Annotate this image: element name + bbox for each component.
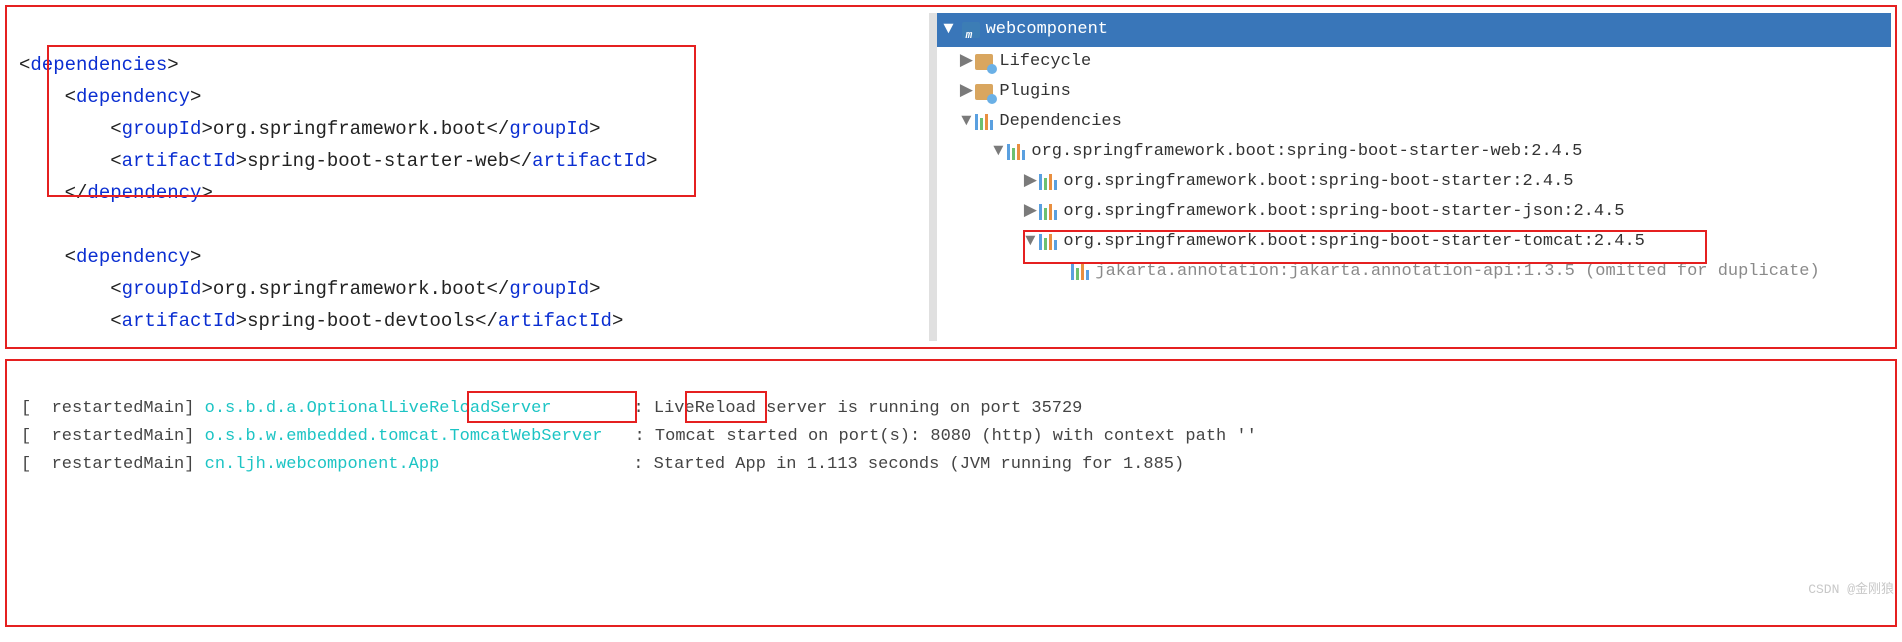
chevron-right-icon[interactable]: ▶ xyxy=(1021,167,1039,197)
tree-root-label: webcomponent xyxy=(986,15,1108,45)
console-thread: [ restartedMain] xyxy=(21,399,205,418)
chevron-right-icon[interactable]: ▶ xyxy=(1021,197,1039,227)
tree-lib-starter-tomcat[interactable]: ▼ org.springframework.boot:spring-boot-s… xyxy=(937,227,1891,257)
chevron-right-icon[interactable]: ▶ xyxy=(957,77,975,107)
tree-plugins[interactable]: ▶ Plugins xyxy=(937,77,1891,107)
val-artifactid-2: spring-boot-devtools xyxy=(247,310,475,332)
maven-tree: ▼ webcomponent ▶ Lifecycle ▶ Plugins ▼ D… xyxy=(929,13,1891,341)
tree-lib-starter[interactable]: ▶ org.springframework.boot:spring-boot-s… xyxy=(937,167,1891,197)
val-artifactid-1: spring-boot-starter-web xyxy=(247,150,509,172)
tag-artifactid: artifactId xyxy=(122,150,236,172)
chevron-right-icon[interactable]: ▶ xyxy=(957,47,975,77)
pom-code[interactable]: <dependencies> <dependency> <groupId>org… xyxy=(11,13,929,341)
tree-lib-starter-web[interactable]: ▼ org.springframework.boot:spring-boot-s… xyxy=(937,137,1891,167)
chevron-down-icon[interactable]: ▼ xyxy=(957,107,975,137)
tag-dependency-close: dependency xyxy=(87,182,201,204)
console-logger: o.s.b.d.a.OptionalLiveReloadServer xyxy=(205,399,552,418)
top-panel: <dependencies> <dependency> <groupId>org… xyxy=(5,5,1897,349)
chevron-down-icon[interactable]: ▼ xyxy=(943,15,953,45)
watermark: CSDN @金刚狼 xyxy=(1808,578,1894,597)
chevron-down-icon[interactable]: ▼ xyxy=(989,137,1007,167)
maven-icon xyxy=(962,22,980,38)
tree-dependencies[interactable]: ▼ Dependencies xyxy=(937,107,1891,137)
tag-dependency-open: dependency xyxy=(76,86,190,108)
tree-root-webcomponent[interactable]: ▼ webcomponent xyxy=(937,13,1891,47)
val-groupid-1: org.springframework.boot xyxy=(213,118,487,140)
console-msg: : LiveReload server is running on port 3… xyxy=(634,399,1083,418)
tag-groupid: groupId xyxy=(122,118,202,140)
console-logger-tomcat: TomcatWebServer xyxy=(449,427,602,446)
tree-lib-jakarta[interactable]: ▶ jakarta.annotation:jakarta.annotation-… xyxy=(937,257,1891,287)
console-panel: [ restartedMain] o.s.b.d.a.OptionalLiveR… xyxy=(5,359,1897,627)
console-tomcat-word: Tomcat xyxy=(655,427,726,446)
val-groupid-2: org.springframework.boot xyxy=(213,278,487,300)
tag-dependencies: dependencies xyxy=(30,54,167,76)
tree-lifecycle[interactable]: ▶ Lifecycle xyxy=(937,47,1891,77)
chevron-down-icon[interactable]: ▼ xyxy=(1021,227,1039,257)
tree-lib-starter-json[interactable]: ▶ org.springframework.boot:spring-boot-s… xyxy=(937,197,1891,227)
